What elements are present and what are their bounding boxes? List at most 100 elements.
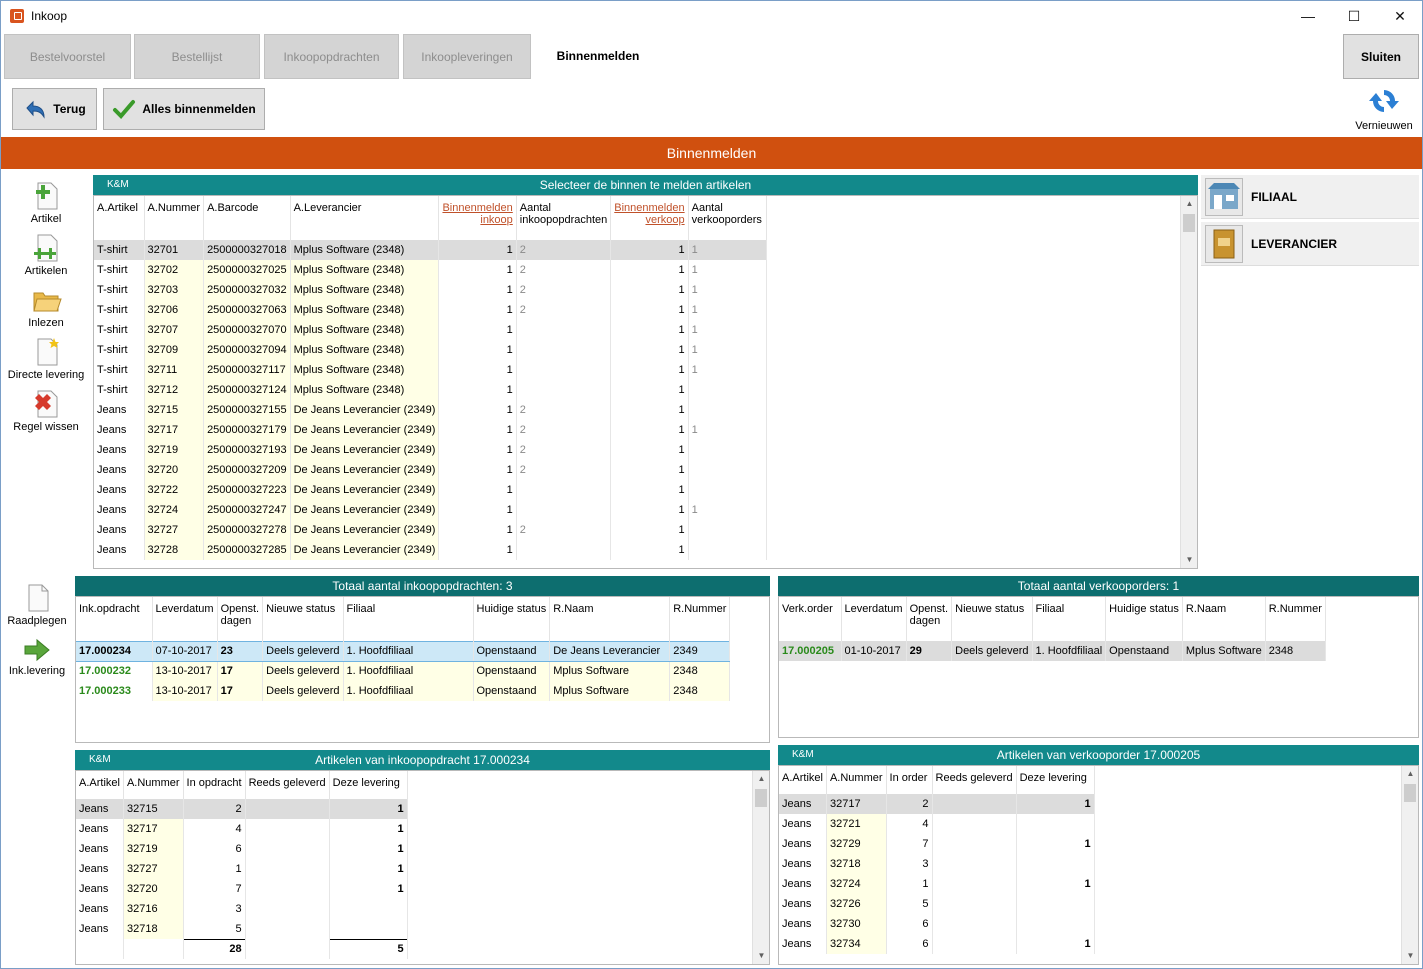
column-header[interactable]: Leverdatum: [841, 597, 907, 641]
column-header[interactable]: Ink.opdracht: [76, 597, 153, 641]
scroll-up-icon[interactable]: ▲: [753, 771, 769, 787]
table-row[interactable]: Jeans 32728 2500000327285 De Jeans Leveranc…: [94, 540, 767, 560]
so-articles-grid[interactable]: A.Artikel A.Nummer In order Reeds geleverd D…: [778, 765, 1419, 965]
table-row[interactable]: 17.000234 07-10-2017 23 Deels geleverd 1. Ho…: [76, 640, 731, 662]
column-header[interactable]: Deze levering: [1016, 766, 1095, 794]
column-header[interactable]: Filiaal: [343, 597, 474, 641]
table-row[interactable]: Jeans 32727 2500000327278 De Jeans Leveranc…: [94, 520, 767, 540]
table-row[interactable]: Jeans 32719 2500000327193 De Jeans Leveranc…: [94, 440, 767, 460]
column-header[interactable]: Huidige status: [473, 597, 551, 641]
add-articles-button[interactable]: Artikelen: [21, 233, 71, 277]
table-row[interactable]: Jeans 32727 1 1: [76, 859, 408, 879]
column-header[interactable]: A.Nummer: [144, 196, 205, 240]
column-header[interactable]: In order: [886, 766, 933, 794]
close-button[interactable]: Sluiten: [1343, 34, 1419, 79]
consult-button[interactable]: Raadplegen: [6, 583, 68, 627]
column-header[interactable]: A.Artikel: [94, 196, 145, 240]
scroll-thumb[interactable]: [755, 789, 767, 807]
column-header[interactable]: Verk.order: [779, 597, 842, 641]
direct-delivery-button[interactable]: Directe levering: [5, 337, 87, 381]
column-header[interactable]: Reeds geleverd: [932, 766, 1017, 794]
table-row[interactable]: Jeans 32729 7 1: [779, 834, 1095, 854]
receive-all-button[interactable]: Alles binnenmelden: [103, 88, 265, 130]
tab-inkoopopdrachten[interactable]: Inkoopopdrachten: [264, 34, 399, 79]
table-row[interactable]: T-shirt 32706 2500000327063 Mplus Software …: [94, 300, 767, 320]
table-row[interactable]: Jeans 32718 3: [779, 854, 1095, 874]
column-header[interactable]: R.Nummer: [669, 597, 731, 641]
table-row[interactable]: Jeans 32726 5: [779, 894, 1095, 914]
column-header[interactable]: Deze levering: [329, 771, 408, 799]
table-row[interactable]: Jeans 32720 2500000327209 De Jeans Leveranc…: [94, 460, 767, 480]
table-row[interactable]: Jeans 32715 2 1: [76, 799, 408, 819]
column-header[interactable]: A.Artikel: [76, 771, 124, 799]
scroll-up-icon[interactable]: ▲: [1402, 766, 1418, 782]
table-row[interactable]: T-shirt 32702 2500000327025 Mplus Software …: [94, 260, 767, 280]
table-row[interactable]: Jeans 32724 2500000327247 De Jeans Leveranc…: [94, 500, 767, 520]
column-header[interactable]: Aantal inkoopopdrachten: [516, 196, 612, 240]
column-header[interactable]: Filiaal: [1032, 597, 1107, 641]
table-row[interactable]: 17.000232 13-10-2017 17 Deels geleverd 1. Ho…: [76, 661, 731, 681]
scroll-down-icon[interactable]: ▼: [1402, 948, 1418, 964]
table-row[interactable]: Jeans 32719 6 1: [76, 839, 408, 859]
table-row[interactable]: T-shirt 32712 2500000327124 Mplus Software …: [94, 380, 767, 400]
table-row[interactable]: Jeans 32717 2500000327179 De Jeans Leveranc…: [94, 420, 767, 440]
table-row[interactable]: Jeans 32717 4 1: [76, 819, 408, 839]
table-row[interactable]: Jeans 32722 2500000327223 De Jeans Leveranc…: [94, 480, 767, 500]
column-header[interactable]: Leverdatum: [152, 597, 218, 641]
table-row[interactable]: 17.000205 01-10-2017 29 Deels geleverd 1. Ho…: [779, 641, 1326, 661]
table-row[interactable]: Jeans 32734 6 1: [779, 934, 1095, 954]
table-row[interactable]: Jeans 32718 5: [76, 919, 408, 939]
table-row[interactable]: T-shirt 32701 2500000327018 Mplus Software …: [94, 240, 767, 260]
table-row[interactable]: T-shirt 32711 2500000327117 Mplus Software …: [94, 360, 767, 380]
column-header[interactable]: Aantal verkooporders: [688, 196, 767, 240]
main-grid[interactable]: A.Artikel A.Nummer A.Barcode A.Leverancier B…: [93, 195, 1198, 569]
column-header[interactable]: Openst. dagen: [217, 597, 264, 641]
table-row[interactable]: T-shirt 32703 2500000327032 Mplus Software …: [94, 280, 767, 300]
table-row[interactable]: T-shirt 32709 2500000327094 Mplus Software …: [94, 340, 767, 360]
filiaal-button[interactable]: FILIAAL: [1201, 175, 1419, 219]
import-button[interactable]: Inlezen: [21, 285, 71, 329]
minimize-button[interactable]: —: [1285, 5, 1331, 27]
column-header[interactable]: Binnenmelden inkoop: [438, 196, 517, 240]
column-header[interactable]: A.Barcode: [203, 196, 291, 240]
tab-binnenmelden[interactable]: Binnenmelden: [534, 34, 662, 79]
table-row[interactable]: T-shirt 32707 2500000327070 Mplus Software …: [94, 320, 767, 340]
table-row[interactable]: Jeans 32717 2 1: [779, 794, 1095, 814]
main-grid-scrollbar[interactable]: ▲ ▼: [1180, 196, 1197, 568]
po-articles-grid[interactable]: A.Artikel A.Nummer In opdracht Reeds geleve…: [75, 770, 770, 965]
purchase-orders-grid[interactable]: Ink.opdracht Leverdatum Openst. dagen Nieuwe…: [75, 596, 770, 743]
scroll-thumb[interactable]: [1183, 214, 1195, 232]
po-articles-scrollbar[interactable]: ▲ ▼: [752, 771, 769, 964]
column-header[interactable]: Huidige status: [1105, 597, 1183, 641]
column-header[interactable]: Binnenmelden verkoop: [610, 196, 689, 240]
purchase-delivery-button[interactable]: Ink.levering: [6, 637, 68, 677]
delete-row-button[interactable]: Regel wissen: [11, 389, 81, 433]
scroll-thumb[interactable]: [1404, 784, 1416, 802]
back-button[interactable]: Terug: [12, 88, 97, 130]
column-header[interactable]: R.Nummer: [1265, 597, 1326, 641]
table-row[interactable]: Jeans 32715 2500000327155 De Jeans Leveranc…: [94, 400, 767, 420]
tab-bestelvoorstel[interactable]: Bestelvoorstel: [4, 34, 131, 79]
column-header[interactable]: In opdracht: [183, 771, 246, 799]
scroll-up-icon[interactable]: ▲: [1181, 196, 1197, 212]
column-header[interactable]: Nieuwe status: [262, 597, 344, 641]
table-row[interactable]: Jeans 32721 4: [779, 814, 1095, 834]
column-header[interactable]: Openst. dagen: [906, 597, 953, 641]
column-header[interactable]: R.Naam: [549, 597, 671, 641]
table-row[interactable]: Jeans 32724 1 1: [779, 874, 1095, 894]
tab-inkoopleveringen[interactable]: Inkoopleveringen: [403, 34, 531, 79]
leverancier-button[interactable]: LEVERANCIER: [1201, 222, 1419, 266]
maximize-button[interactable]: ☐: [1331, 5, 1377, 27]
close-window-button[interactable]: ✕: [1377, 5, 1422, 27]
column-header[interactable]: A.Nummer: [123, 771, 184, 799]
table-row[interactable]: Jeans 32716 3: [76, 899, 408, 919]
scroll-down-icon[interactable]: ▼: [753, 948, 769, 964]
sales-orders-grid[interactable]: Verk.order Leverdatum Openst. dagen Nieuwe s…: [778, 596, 1419, 738]
column-header[interactable]: Reeds geleverd: [245, 771, 330, 799]
table-row[interactable]: 17.000233 13-10-2017 17 Deels geleverd 1. Ho…: [76, 681, 731, 701]
column-header[interactable]: R.Naam: [1182, 597, 1266, 641]
column-header[interactable]: A.Leverancier: [290, 196, 440, 240]
refresh-button[interactable]: Vernieuwen: [1351, 85, 1417, 132]
column-header[interactable]: A.Nummer: [826, 766, 887, 794]
table-row[interactable]: Jeans 32730 6: [779, 914, 1095, 934]
